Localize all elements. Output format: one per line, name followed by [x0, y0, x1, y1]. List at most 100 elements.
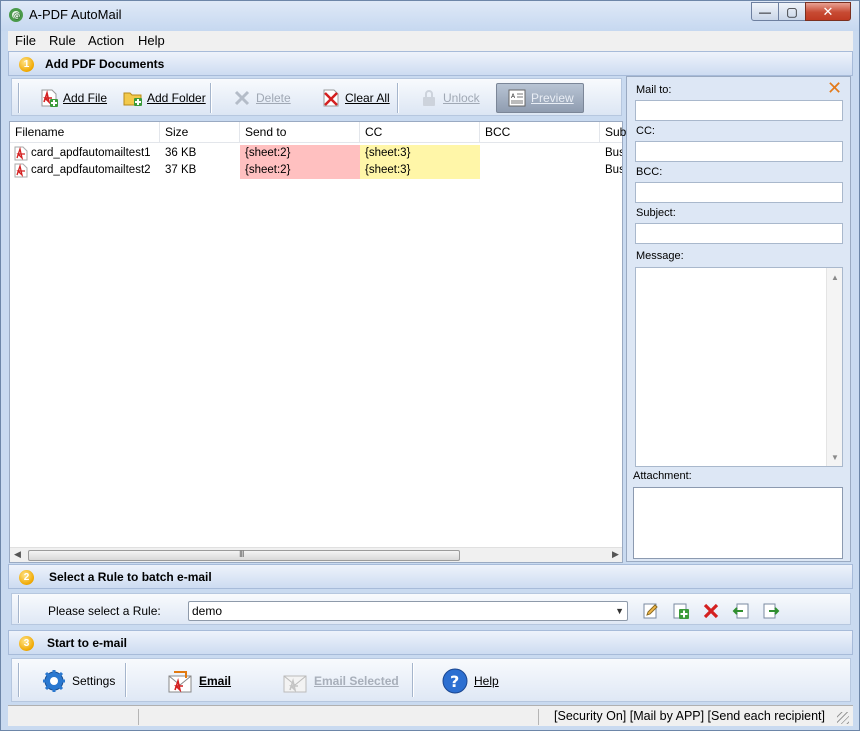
toolbar-separator [210, 83, 212, 113]
message-scrollbar[interactable]: ▲ ▼ [826, 268, 842, 466]
column-divider[interactable] [359, 122, 360, 143]
title-bar: @ A-PDF AutoMail — ▢ ✕ [1, 1, 859, 31]
file-list[interactable]: Filename Size Send to CC BCC Subj card_a… [9, 121, 629, 563]
cell-filename: card_apdfautomailtest2 [31, 164, 151, 176]
cc-field[interactable] [635, 141, 843, 162]
column-divider[interactable] [159, 122, 160, 143]
cell-subject: Busi [605, 147, 622, 159]
status-text: [Security On] [Mail by APP] [Send each r… [554, 709, 825, 723]
step-two-badge: 2 [19, 570, 34, 585]
add-folder-icon [123, 92, 142, 106]
status-bar: [Security On] [Mail by APP] [Send each r… [8, 705, 853, 726]
column-filename[interactable]: Filename [15, 125, 64, 139]
help-label: Help [474, 674, 499, 688]
message-textarea[interactable]: ▲ ▼ [635, 267, 843, 467]
scroll-thumb[interactable]: III [28, 549, 460, 561]
menu-file[interactable]: File [15, 33, 36, 48]
email-selected-icon [283, 675, 307, 693]
cell-subject: Busi [605, 164, 622, 176]
menu-help[interactable]: Help [138, 33, 165, 48]
column-divider[interactable] [239, 122, 240, 143]
export-rule-icon[interactable] [762, 602, 780, 620]
step-one-badge: 1 [19, 57, 34, 72]
app-window: @ A-PDF AutoMail — ▢ ✕ File Rule Action … [0, 0, 860, 731]
add-folder-label: Add Folder [147, 91, 206, 105]
cell-size: 37 KB [165, 164, 197, 176]
delete-label: Delete [256, 91, 291, 105]
close-panel-icon[interactable]: ✕ [827, 79, 842, 97]
preview-button[interactable]: A Preview [496, 83, 584, 113]
clear-all-icon [323, 89, 339, 107]
document-toolbar: Add File Add Folder Delete Clear All Unl… [11, 78, 622, 116]
cc-label: CC: [636, 125, 655, 137]
maximize-button[interactable]: ▢ [778, 2, 806, 21]
menu-bar: File Rule Action Help [8, 31, 853, 51]
scroll-right-icon[interactable]: ▶ [612, 549, 619, 560]
table-row[interactable]: card_apdfautomailtest1 36 KB {sheet:2} {… [10, 145, 622, 162]
rule-select[interactable]: demo ▼ [188, 601, 628, 621]
delete-rule-icon[interactable] [702, 602, 720, 620]
bcc-field[interactable] [635, 182, 843, 203]
gear-icon [43, 670, 65, 692]
status-divider [138, 709, 139, 725]
scroll-left-icon[interactable]: ◀ [14, 549, 21, 560]
email-button[interactable]: Email [167, 666, 231, 696]
column-cc[interactable]: CC [365, 125, 382, 139]
scroll-up-icon[interactable]: ▲ [831, 273, 839, 282]
column-size[interactable]: Size [165, 125, 188, 139]
close-window-button[interactable]: ✕ [805, 2, 851, 21]
rule-label: Please select a Rule: [48, 604, 161, 618]
section-start-header: 3 Start to e-mail [8, 630, 853, 655]
add-rule-icon[interactable] [672, 602, 690, 620]
toolbar-separator [18, 595, 20, 623]
email-selected-label: Email Selected [314, 674, 399, 688]
maximize-icon: ▢ [786, 5, 798, 19]
subject-field[interactable] [635, 223, 843, 244]
help-button[interactable]: ? Help [442, 666, 499, 696]
section-title: Add PDF Documents [45, 57, 165, 71]
mail-to-field[interactable] [635, 100, 843, 121]
menu-rule[interactable]: Rule [49, 33, 76, 48]
settings-button[interactable]: Settings [42, 666, 115, 696]
menu-action[interactable]: Action [88, 33, 124, 48]
column-divider[interactable] [479, 122, 480, 143]
edit-rule-icon[interactable] [642, 602, 660, 620]
svg-text:?: ? [450, 672, 459, 691]
rule-bar: Please select a Rule: demo ▼ [11, 593, 851, 625]
attachment-label: Attachment: [633, 470, 692, 482]
column-divider[interactable] [599, 122, 600, 143]
resize-grip-icon[interactable] [837, 712, 849, 724]
toolbar-separator [18, 83, 20, 113]
delete-button[interactable]: Delete [232, 85, 291, 111]
column-send-to[interactable]: Send to [245, 125, 286, 139]
section-add-pdf-header: 1 Add PDF Documents [8, 51, 853, 76]
horizontal-scrollbar[interactable]: ◀ III ▶ [10, 547, 622, 562]
table-row[interactable]: card_apdfautomailtest2 37 KB {sheet:2} {… [10, 162, 622, 179]
column-bcc[interactable]: BCC [485, 125, 510, 139]
unlock-button[interactable]: Unlock [419, 85, 480, 111]
email-selected-button[interactable]: Email Selected [282, 666, 399, 696]
import-rule-icon[interactable] [732, 602, 750, 620]
status-divider [538, 709, 539, 725]
delete-icon [234, 90, 250, 106]
unlock-label: Unlock [443, 91, 480, 105]
bcc-label: BCC: [636, 166, 663, 178]
minimize-button[interactable]: — [751, 2, 779, 21]
add-file-button[interactable]: Add File [39, 85, 107, 111]
step-three-badge: 3 [19, 636, 34, 651]
preview-label: Preview [531, 91, 574, 105]
cell-cc: {sheet:3} [360, 162, 480, 179]
rule-select-value: demo [192, 604, 223, 618]
subject-label: Subject: [636, 207, 676, 219]
scroll-down-icon[interactable]: ▼ [831, 453, 839, 462]
message-label: Message: [636, 250, 684, 262]
attachment-box[interactable] [633, 487, 843, 559]
toolbar-separator [397, 83, 399, 113]
cell-filename: card_apdfautomailtest1 [31, 147, 151, 159]
mail-panel: ✕ Mail to: CC: BCC: Subject: Message: ▲ … [626, 76, 851, 562]
add-folder-button[interactable]: Add Folder [123, 85, 206, 111]
cell-size: 36 KB [165, 147, 197, 159]
cell-send-to: {sheet:2} [240, 145, 360, 162]
clear-all-button[interactable]: Clear All [321, 85, 390, 111]
chevron-down-icon[interactable]: ▼ [615, 602, 624, 620]
